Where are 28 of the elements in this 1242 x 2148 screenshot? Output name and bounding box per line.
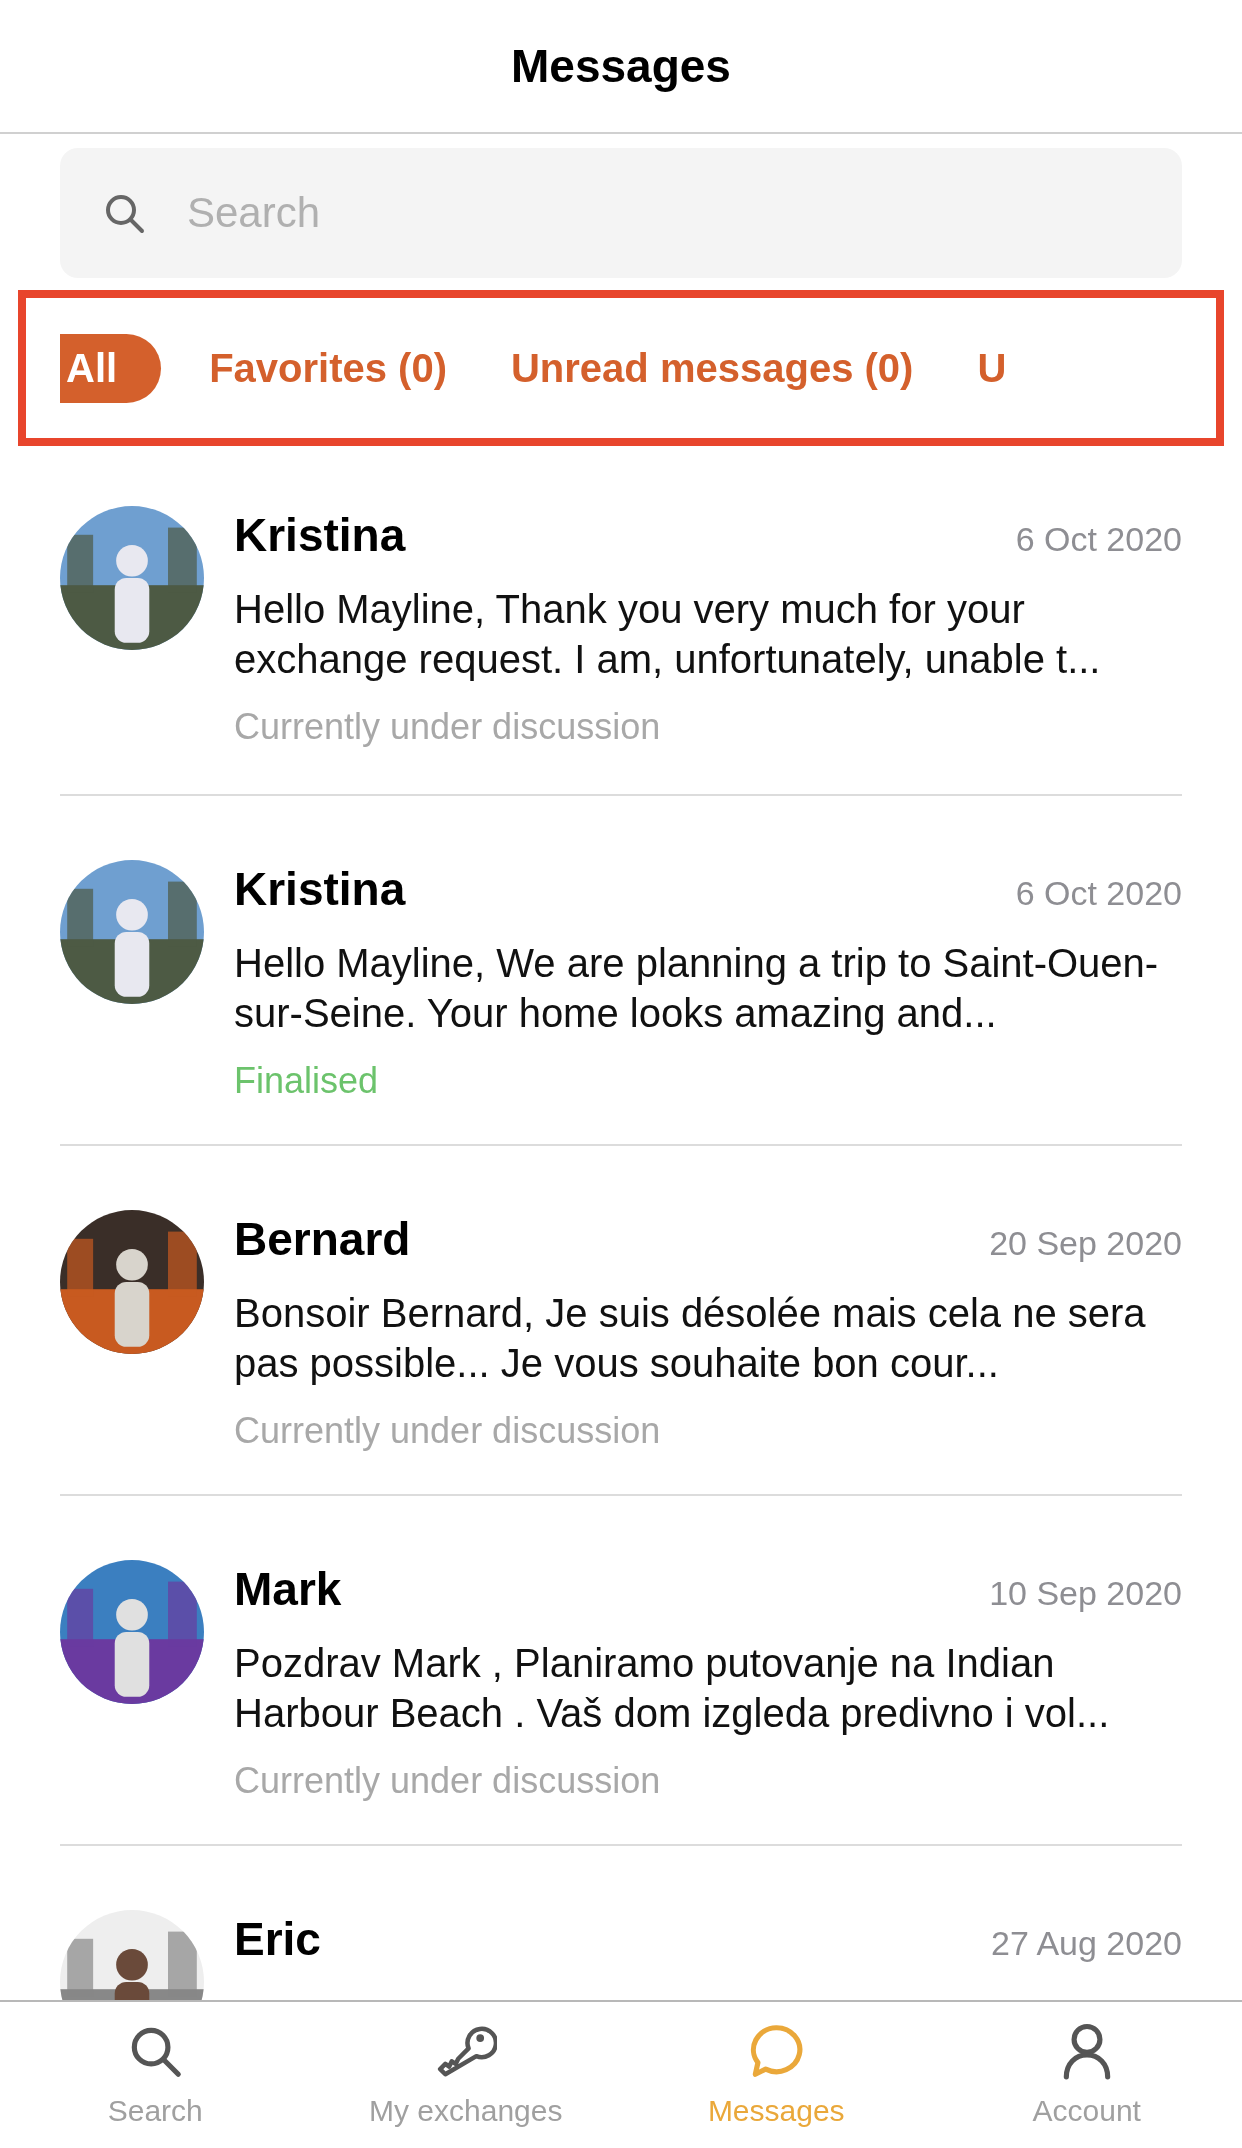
message-date: 6 Oct 2020 (1015, 520, 1182, 559)
contact-name: Eric (234, 1912, 321, 1966)
message-date: 20 Sep 2020 (989, 1224, 1182, 1263)
filter-tab[interactable]: Unread messages (0) (511, 333, 914, 403)
message-date: 10 Sep 2020 (989, 1574, 1182, 1613)
contact-name: Kristina (234, 508, 406, 562)
filter-tab[interactable]: Favorites (0) (209, 333, 447, 403)
contact-name: Kristina (234, 862, 406, 916)
tab-bar-item[interactable]: My exchanges (310, 2002, 621, 2148)
search-field[interactable]: Search (60, 148, 1182, 278)
screen-title: Messages (511, 39, 731, 93)
tab-bar-item[interactable]: Search (0, 2002, 311, 2148)
message-preview: Hello Mayline, Thank you very much for your exchange request. I am, unfortunately, unable t... (234, 586, 1102, 683)
tab-bar-item[interactable]: Account (931, 2002, 1242, 2148)
contact-name: Mark (234, 1562, 342, 1616)
message-date: 27 Aug 2020 (991, 1924, 1182, 1963)
status-label: Currently under discussion (234, 1760, 662, 1802)
message-preview: Pozdrav Mark , Planiramo putovanje na Indian Harbour Beach . Vaš dom izgleda predivno i vol... (234, 1640, 1111, 1737)
filter-tab[interactable]: All (60, 333, 162, 403)
message-date: 6 Oct 2020 (1015, 874, 1182, 913)
status-label: Currently under discussion (234, 1410, 662, 1452)
filter-tab[interactable]: U (977, 333, 1007, 403)
status-label: Currently under discussion (234, 706, 662, 748)
tab-bar-item[interactable]: Messages (621, 2002, 932, 2148)
status-label: Finalised (234, 1060, 380, 1102)
contact-name: Bernard (234, 1212, 411, 1266)
message-preview: Hello Mayline, We are planning a trip to Saint-Ouen-sur-Seine. Your home looks amazing and... (234, 940, 1160, 1037)
message-preview: Bonsoir Bernard, Je suis désolée mais cela ne sera pas possible... Je vous souhaite bon cour... (234, 1290, 1147, 1387)
